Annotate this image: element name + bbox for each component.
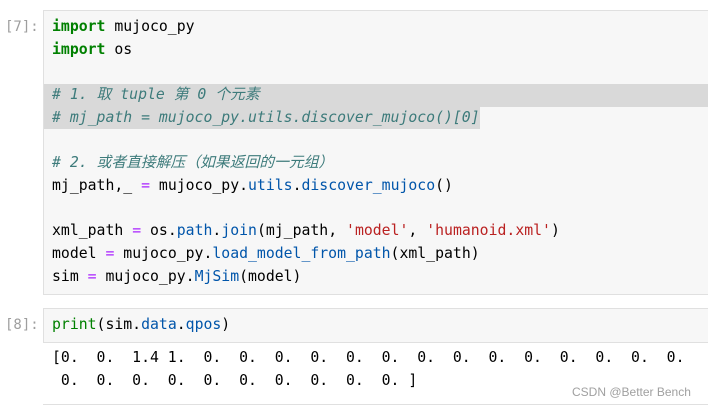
code-text: , (408, 222, 427, 240)
attribute-token: qpos (185, 316, 222, 333)
code-text: sim (52, 267, 88, 285)
code-line: import mujoco_py (44, 16, 708, 39)
selection-highlight: # mj_path = mujoco_py.utils.discover_muj… (44, 106, 480, 130)
attribute-token: utils (248, 176, 293, 194)
code-text: (mj_path, (256, 222, 347, 240)
watermark: CSDN @Better Bench (572, 385, 691, 399)
code-text: model (52, 244, 106, 262)
code-text: (xml_path) (390, 244, 480, 262)
string-token: 'humanoid.xml' (426, 222, 551, 240)
code-cell[interactable]: [7]: import mujoco_py import os # 1. 取 t… (0, 10, 708, 296)
comment-token: # mj_path = mujoco_py.utils.discover_muj… (52, 108, 480, 126)
code-text: mujoco_py. (96, 267, 195, 285)
operator-token: = (141, 176, 151, 194)
string-token: 'model' (346, 222, 409, 240)
code-text: mujoco_py (105, 18, 195, 35)
code-line: mj_path,_ = mujoco_py.utils.discover_muj… (44, 175, 708, 198)
operator-token: = (132, 222, 142, 240)
code-line-selected: # mj_path = mujoco_py.utils.discover_muj… (44, 106, 708, 130)
operator-token: = (87, 267, 97, 285)
code-text: (model) (239, 267, 302, 285)
code-editor[interactable]: import mujoco_py import os # 1. 取 tuple … (43, 10, 708, 296)
comment-token: # 1. 取 tuple 第 0 个元素 (52, 86, 260, 104)
code-text: . (176, 316, 186, 333)
code-text: mujoco_py. (114, 244, 213, 262)
attribute-token: join (221, 222, 257, 240)
code-text: xml_path (52, 222, 133, 240)
code-cell[interactable]: [8]: print(sim.data.qpos) [0. 0. 1.4 1. … (0, 308, 708, 394)
code-text: mj_path,_ (52, 176, 142, 194)
code-line: xml_path = os.path.join(mj_path, 'model'… (44, 220, 708, 243)
builtin-token: print (52, 316, 97, 333)
attribute-token: MjSim (194, 267, 240, 285)
code-editor[interactable]: print(sim.data.qpos) (43, 308, 708, 343)
code-line: print(sim.data.qpos) (44, 314, 708, 337)
code-line: # 2. 或者直接解压（如果返回的一元组） (44, 152, 708, 175)
attribute-token: load_model_from_path (212, 244, 391, 262)
code-text: (sim. (96, 316, 142, 333)
execution-count-prompt: [7]: (5, 19, 39, 35)
code-text: ) (550, 222, 560, 240)
attribute-token: path (176, 222, 213, 240)
attribute-token: discover_mujoco (301, 176, 436, 194)
code-text: os (105, 40, 133, 58)
code-line: model = mujoco_py.load_model_from_path(x… (44, 243, 708, 266)
code-text: () (435, 176, 453, 194)
comment-token: # 2. 或者直接解压（如果返回的一元组） (52, 154, 334, 172)
attribute-token: data (141, 316, 177, 333)
code-text: ) (221, 316, 231, 333)
code-line: import os (44, 39, 708, 62)
output-line: [0. 0. 1.4 1. 0. 0. 0. 0. 0. 0. 0. 0. 0.… (52, 349, 685, 366)
code-line-selected: # 1. 取 tuple 第 0 个元素 (44, 84, 708, 107)
execution-count-prompt: [8]: (5, 317, 39, 333)
code-text: mujoco_py. (150, 176, 249, 194)
keyword-token: import (52, 40, 106, 58)
code-text: os. (141, 222, 177, 240)
keyword-token: import (52, 18, 106, 35)
code-text: . (212, 222, 222, 240)
code-line: sim = mujoco_py.MjSim(model) (44, 266, 708, 289)
